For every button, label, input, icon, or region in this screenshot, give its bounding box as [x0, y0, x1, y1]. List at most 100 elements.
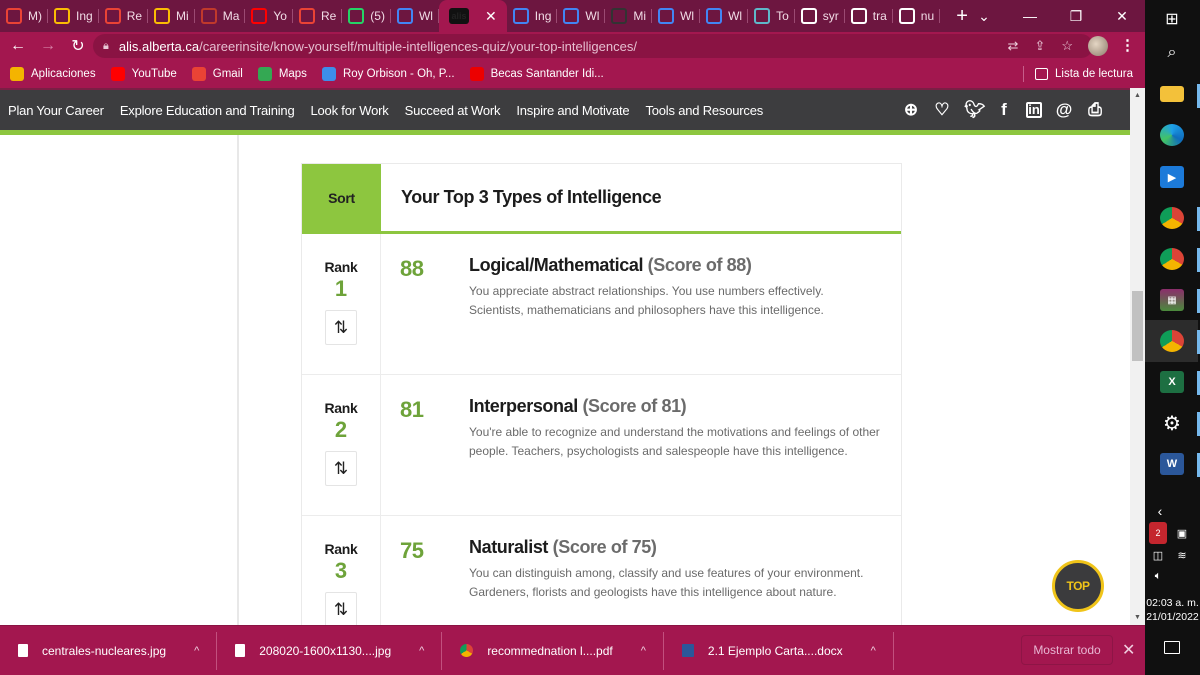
- browser-tab[interactable]: To: [748, 0, 795, 32]
- browser-tab[interactable]: Wl: [391, 0, 439, 32]
- bookmark-label: Aplicaciones: [31, 68, 96, 80]
- bookmark-item[interactable]: Gmail: [191, 67, 243, 81]
- chrome-icon[interactable]: [1160, 248, 1184, 270]
- nav-succeed-at-work[interactable]: Succeed at Work: [405, 103, 501, 118]
- close-tab-icon[interactable]: ✕: [485, 8, 497, 25]
- browser-tab[interactable]: syr: [795, 0, 845, 32]
- scroll-up-arrow-icon[interactable]: ▲: [1130, 92, 1145, 99]
- download-item[interactable]: 2.1 Ejemplo Carta....docx ^: [664, 626, 894, 675]
- browser-tab[interactable]: Wl: [557, 0, 606, 32]
- heart-icon[interactable]: ♡: [933, 100, 951, 120]
- reading-list-button[interactable]: Lista de lectura: [1023, 60, 1133, 88]
- volume-icon[interactable]: 🔈︎: [1149, 565, 1167, 587]
- email-at-icon[interactable]: @: [1055, 100, 1073, 120]
- profile-avatar[interactable]: [1088, 36, 1108, 56]
- address-bar[interactable]: 🔒︎ alis.alberta.ca/careerinsite/know-you…: [93, 34, 1093, 58]
- download-item[interactable]: centrales-nucleares.jpg ^: [0, 626, 218, 675]
- facebook-icon[interactable]: f: [995, 100, 1013, 120]
- bookmark-item[interactable]: Roy Orbison - Oh, P...: [321, 67, 455, 81]
- lock-icon[interactable]: 🔒︎: [103, 40, 109, 53]
- screen-capture-icon[interactable]: ▣: [1173, 522, 1191, 544]
- nav-accent-bar: [0, 130, 1130, 135]
- tab-search-icon[interactable]: ⌄: [961, 8, 1007, 25]
- browser-tab[interactable]: Ing: [507, 0, 558, 32]
- minimize-icon[interactable]: —: [1007, 8, 1053, 24]
- print-icon[interactable]: ⎙: [1086, 100, 1104, 120]
- gmail-icon: [191, 67, 206, 81]
- google-classroom-icon: [706, 8, 723, 24]
- show-all-downloads-button[interactable]: Mostrar todo: [1021, 635, 1113, 665]
- close-downloads-icon[interactable]: ✕: [1122, 640, 1135, 660]
- twitter-icon[interactable]: 🐦︎: [964, 100, 986, 120]
- chevron-up-icon[interactable]: ^: [194, 645, 199, 657]
- media-player-icon[interactable]: ▶: [1160, 166, 1184, 188]
- chrome-profile-icon[interactable]: [1160, 330, 1184, 352]
- reorder-arrows-icon[interactable]: ⇅: [325, 451, 357, 486]
- nav-tools-and-resources[interactable]: Tools and Resources: [645, 103, 763, 118]
- settings-gear-icon[interactable]: ⚙: [1160, 412, 1184, 435]
- nav-explore-education[interactable]: Explore Education and Training: [120, 103, 295, 118]
- excel-icon[interactable]: X: [1160, 371, 1184, 393]
- wifi-icon[interactable]: ≋: [1173, 544, 1191, 566]
- system-clock[interactable]: 02:03 a. m. 21/01/2022: [1145, 596, 1200, 624]
- menu-kebab-icon[interactable]: ⋮: [1120, 36, 1135, 54]
- chevron-up-icon[interactable]: ^: [871, 645, 876, 657]
- page-scrollbar[interactable]: ▲ ▼: [1130, 88, 1145, 625]
- browser-tab[interactable]: Wl: [700, 0, 749, 32]
- scroll-down-arrow-icon[interactable]: ▼: [1130, 614, 1145, 621]
- action-center-icon[interactable]: [1164, 641, 1180, 654]
- content-border: [237, 135, 239, 625]
- edge-icon[interactable]: [1160, 124, 1184, 146]
- browser-tab[interactable]: Ma: [195, 0, 246, 32]
- windows-start-icon[interactable]: ⊞: [1160, 8, 1184, 30]
- browser-tab[interactable]: Re: [293, 0, 343, 32]
- bookmark-star-icon[interactable]: ☆: [1061, 38, 1073, 54]
- browser-tab[interactable]: (5): [342, 0, 391, 32]
- back-to-top-button[interactable]: TOP: [1052, 560, 1104, 612]
- nav-plan-your-career[interactable]: Plan Your Career: [8, 103, 104, 118]
- tray-badge-count: 2: [1155, 528, 1161, 538]
- file-explorer-icon[interactable]: [1160, 86, 1184, 102]
- share-icon[interactable]: ⇪: [1034, 38, 1045, 54]
- browser-tab[interactable]: Ing: [48, 0, 99, 32]
- browser-tab[interactable]: Mi: [148, 0, 195, 32]
- add-circle-icon[interactable]: ⊕: [902, 100, 920, 120]
- close-window-icon[interactable]: ✕: [1099, 8, 1145, 25]
- forward-icon[interactable]: →: [33, 37, 63, 55]
- nav-look-for-work[interactable]: Look for Work: [311, 103, 389, 118]
- search-icon[interactable]: ⌕: [1160, 42, 1184, 64]
- back-icon[interactable]: ←: [3, 37, 33, 55]
- restore-icon[interactable]: ❐: [1053, 8, 1099, 25]
- browser-tab[interactable]: M): [0, 0, 48, 32]
- chevron-up-icon[interactable]: ^: [419, 645, 424, 657]
- browser-tab[interactable]: tra: [845, 0, 893, 32]
- browser-tab[interactable]: Wl: [652, 0, 701, 32]
- nav-inspire-and-motivate[interactable]: Inspire and Motivate: [516, 103, 629, 118]
- translate-icon[interactable]: ⇄: [1008, 38, 1019, 54]
- reorder-arrows-icon[interactable]: ⇅: [325, 592, 357, 625]
- browser-tab[interactable]: Mi: [605, 0, 652, 32]
- winrar-icon[interactable]: ▦: [1160, 289, 1184, 311]
- camera-icon[interactable]: ◫: [1149, 544, 1167, 566]
- browser-tab[interactable]: Re: [99, 0, 149, 32]
- browser-tab[interactable]: nu: [893, 0, 941, 32]
- notification-badge-icon[interactable]: 2: [1149, 522, 1167, 544]
- linkedin-icon[interactable]: in: [1026, 102, 1042, 118]
- bookmark-item[interactable]: YouTube: [110, 67, 177, 81]
- reorder-arrows-icon[interactable]: ⇅: [325, 310, 357, 345]
- chrome-icon[interactable]: [1160, 207, 1184, 229]
- download-item[interactable]: 208020-1600x1130....jpg ^: [217, 626, 443, 675]
- bookmark-item[interactable]: Becas Santander Idi...: [469, 67, 604, 81]
- bookmark-item[interactable]: Aplicaciones: [10, 67, 96, 81]
- sort-button[interactable]: Sort: [302, 164, 381, 231]
- reload-icon[interactable]: ↻: [63, 36, 93, 56]
- bookmark-item[interactable]: Maps: [257, 67, 307, 81]
- download-item[interactable]: recommednation l....pdf ^: [442, 626, 664, 675]
- download-filename: 2.1 Ejemplo Carta....docx: [707, 643, 843, 658]
- word-icon[interactable]: W: [1160, 453, 1184, 475]
- chevron-up-icon[interactable]: ^: [641, 645, 646, 657]
- show-hidden-icons-chevron-icon[interactable]: ‹: [1149, 500, 1171, 522]
- browser-tab[interactable]: alis ✕: [438, 0, 507, 32]
- scrollbar-thumb[interactable]: [1132, 291, 1143, 361]
- browser-tab[interactable]: Yo: [245, 0, 293, 32]
